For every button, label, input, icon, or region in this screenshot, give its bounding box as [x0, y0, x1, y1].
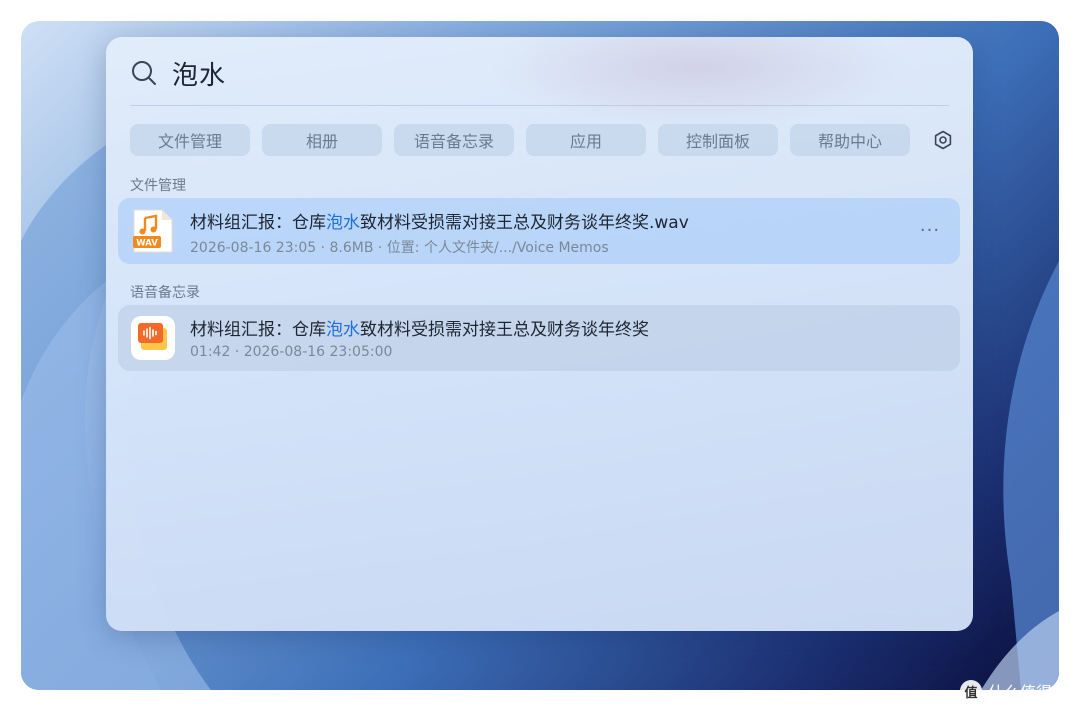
section-label-voice-memos: 语音备忘录 [130, 285, 200, 301]
filter-bar: 文件管理 相册 语音备忘录 应用 控制面板 帮助中心 [130, 124, 956, 156]
panel-glow [486, 37, 906, 127]
watermark-logo-icon: 值 [959, 680, 982, 702]
filter-chip-photos[interactable]: 相册 [262, 124, 382, 156]
filter-chip-voice-memos[interactable]: 语音备忘录 [394, 124, 514, 156]
result-meta: 01:42 · 2026-08-16 23:05:00 [190, 344, 393, 360]
site-watermark: 值 什么值得买 [959, 679, 1068, 703]
search-input[interactable]: 泡水 [172, 55, 226, 92]
search-settings-button[interactable] [930, 127, 956, 153]
search-bar[interactable]: 泡水 [130, 53, 226, 93]
search-divider [130, 105, 949, 106]
result-row-wav-file[interactable]: WAV 材料组汇报：仓库泡水致材料受损需对接王总及财务谈年终奖.wav 2026… [118, 198, 960, 264]
result-meta: 2026-08-16 23:05 · 8.6MB · 位置: 个人文件夹/...… [190, 240, 609, 256]
filter-chip-files[interactable]: 文件管理 [130, 124, 250, 156]
search-icon [132, 61, 156, 85]
more-options-button[interactable]: ··· [918, 220, 942, 241]
match-highlight: 泡水 [326, 213, 360, 233]
match-highlight: 泡水 [326, 320, 360, 340]
result-title: 材料组汇报：仓库泡水致材料受损需对接王总及财务谈年终奖.wav [190, 213, 689, 233]
filter-chip-help-center[interactable]: 帮助中心 [790, 124, 910, 156]
filter-chip-control-panel[interactable]: 控制面板 [658, 124, 778, 156]
filter-chip-apps[interactable]: 应用 [526, 124, 646, 156]
settings-icon [934, 130, 952, 150]
search-panel: 泡水 文件管理 相册 语音备忘录 应用 控制面板 帮助中心 文件管理 WAV 材… [106, 37, 973, 631]
result-row-voice-memo[interactable]: 材料组汇报：仓库泡水致材料受损需对接王总及财务谈年终奖 01:42 · 2026… [118, 305, 960, 371]
watermark-text: 什么值得买 [987, 683, 1068, 702]
wav-badge-label: WAV [136, 239, 158, 249]
wav-audio-file-icon: WAV [133, 209, 173, 253]
result-title: 材料组汇报：仓库泡水致材料受损需对接王总及财务谈年终奖 [190, 320, 649, 340]
section-label-files: 文件管理 [130, 178, 186, 194]
voice-memo-app-icon [131, 316, 175, 360]
